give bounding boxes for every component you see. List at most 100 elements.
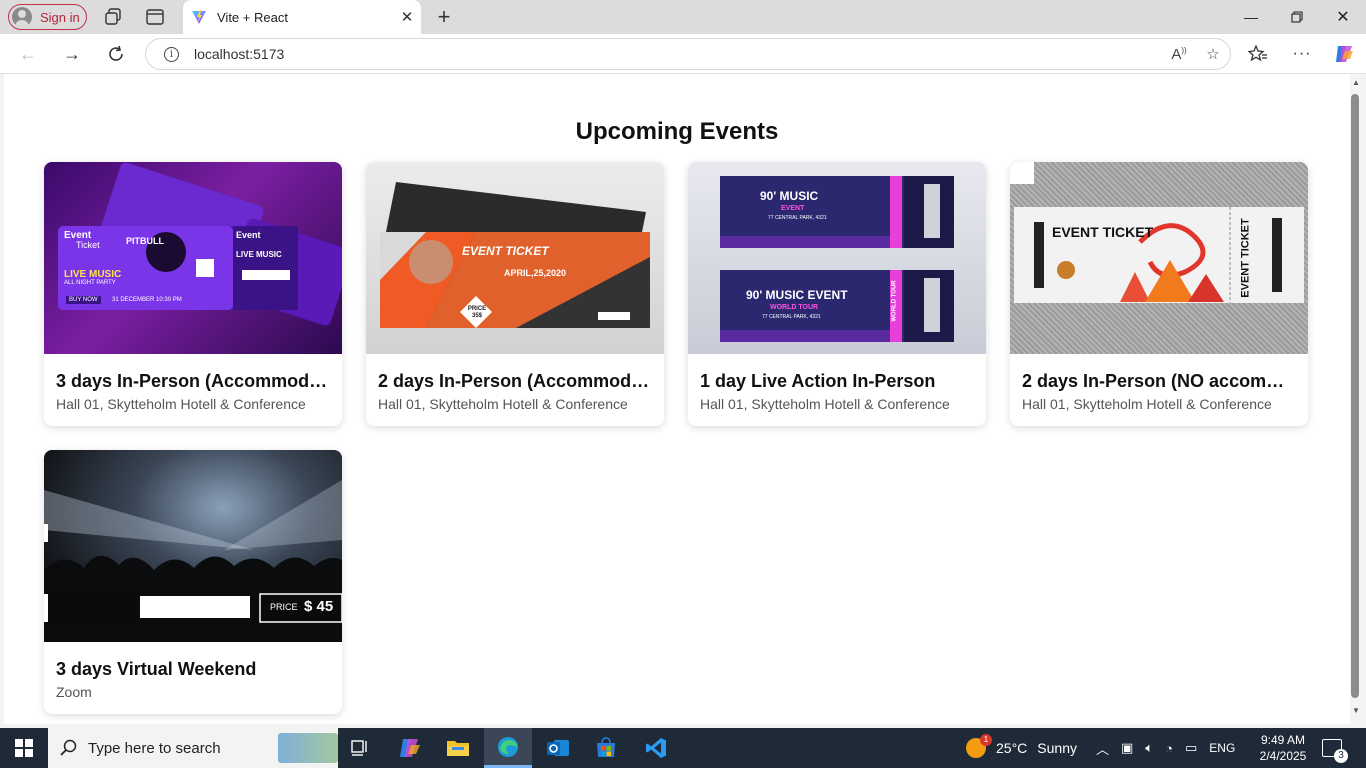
event-venue: Hall 01, Skytteholm Hotell & Conference (700, 396, 950, 412)
event-card[interactable]: EVENT TICKET EVENT TICKET 2 days In-Pers… (1010, 162, 1308, 426)
event-image-purple-ticket: Event Ticket PITBULL LIVE MUSIC ALL NIGH… (44, 162, 342, 354)
weather-sun-icon: 1 (966, 734, 992, 758)
windows-taskbar: Type here to search 1 25°C Sunny ︿ ▣ 🔈︎ … (0, 728, 1366, 768)
vite-logo-icon (192, 10, 206, 24)
close-window-icon[interactable]: ✕ (1320, 0, 1366, 34)
event-image-concert-crowd: PRICE $ 45 (44, 450, 342, 642)
ticket-stub-live-text: LIVE MUSIC (236, 250, 282, 259)
tab-title: Vite + React (217, 9, 288, 25)
page-scrollbar[interactable]: ▲ ▼ (1350, 74, 1362, 724)
weather-temp: 25°C (996, 740, 1028, 756)
back-icon[interactable]: ← (16, 42, 40, 66)
weather-text: Sunny (1037, 740, 1077, 756)
favorites-icon[interactable] (1246, 42, 1270, 66)
system-tray: ︿ ▣ 🔈︎ ◔ ▭ ENG (1096, 728, 1235, 768)
page-title: Upcoming Events (575, 118, 779, 145)
sign-in-label: Sign in (40, 9, 80, 25)
clock-time: 9:49 AM (1260, 733, 1306, 747)
ticket-title-text: EVENT TICKET (462, 244, 549, 258)
new-tab-icon[interactable]: + (432, 4, 456, 29)
battery-icon[interactable]: ▭ (1185, 740, 1197, 756)
notification-count: 3 (1334, 749, 1348, 763)
clock-date: 2/4/2025 (1259, 749, 1307, 763)
ticket-price-value: $ 45 (304, 598, 334, 615)
outlook-icon[interactable] (534, 728, 582, 768)
event-venue: Hall 01, Skytteholm Hotell & Conference (378, 396, 628, 412)
show-hidden-icons-icon[interactable]: ︿ (1096, 739, 1109, 758)
sign-in-button[interactable]: Sign in (8, 4, 87, 30)
refresh-icon[interactable] (104, 42, 128, 66)
tab-vite-react[interactable]: Vite + React ✕ (183, 0, 421, 34)
ticket-date-text: APRIL,25,2020 (504, 268, 567, 278)
minimize-icon[interactable]: — (1228, 0, 1274, 34)
ticket-addr-b-text: 77 CENTRAL PARK, 4321 (762, 314, 821, 320)
favorite-star-icon[interactable]: ☆ (1196, 45, 1230, 63)
ticket-sub-b-text: WORLD TOUR (770, 304, 819, 311)
taskbar-search-placeholder: Type here to search (88, 739, 221, 757)
scroll-down-icon[interactable]: ▼ (1350, 706, 1362, 720)
vertical-tabs-icon[interactable] (144, 7, 166, 27)
url-text[interactable]: localhost:5173 (194, 46, 1162, 62)
profile-avatar-icon (12, 7, 32, 27)
event-name[interactable]: 3 days In-Person (Accommodation included… (56, 371, 334, 392)
event-name[interactable]: 1 day Live Action In-Person (700, 371, 978, 392)
ticket-stub-event-text: Event (236, 230, 261, 240)
clock[interactable]: 9:49 AM 2/4/2025 (1254, 728, 1312, 768)
ticket-title-a-text: 90' MUSIC (760, 189, 819, 203)
ticket-ticket-text: Ticket (76, 240, 100, 250)
more-options-icon[interactable]: ··· (1290, 42, 1314, 66)
vscode-icon[interactable] (632, 728, 680, 768)
event-name[interactable]: 2 days In-Person (NO accommodation) (1022, 371, 1300, 392)
ticket-live-music-text: LIVE MUSIC (64, 269, 122, 280)
meet-now-icon[interactable]: ▣ (1121, 740, 1133, 756)
ticket-party-text: ALL NIGHT PARTY (64, 280, 116, 286)
page-viewport: Upcoming Events Event Ticket PITBULL LIV… (4, 74, 1350, 724)
microsoft-store-icon[interactable] (582, 728, 630, 768)
tab-bar: Sign in Vite + React ✕ + — ✕ (0, 0, 1366, 34)
event-venue: Hall 01, Skytteholm Hotell & Conference (56, 396, 306, 412)
close-tab-icon[interactable]: ✕ (393, 8, 421, 26)
event-image-orange-ticket: EVENT TICKET APRIL,25,2020 PRICE 35$ (366, 162, 664, 354)
edge-browser-icon[interactable] (484, 728, 532, 768)
language-indicator[interactable]: ENG (1209, 741, 1235, 755)
task-view-icon[interactable] (336, 728, 384, 768)
search-highlight-icon (278, 733, 338, 763)
event-card[interactable]: 90' MUSIC EVENT 77 CENTRAL PARK, 4321 90… (688, 162, 986, 426)
event-card[interactable]: PRICE $ 45 3 days Virtual Weekend Zoom (44, 450, 342, 714)
weather-badge: 1 (980, 734, 992, 746)
weather-widget[interactable]: 1 25°C Sunny (966, 728, 1077, 768)
event-name[interactable]: 2 days In-Person (Accommodation included… (378, 371, 656, 392)
copilot-taskbar-icon[interactable] (386, 728, 434, 768)
ticket-stub-text: EVENT TICKET (1239, 218, 1252, 298)
event-image-circus-ticket: EVENT TICKET EVENT TICKET (1010, 162, 1308, 354)
read-aloud-icon[interactable]: A)) (1162, 46, 1196, 63)
site-info-icon[interactable]: i (164, 46, 179, 62)
scroll-up-icon[interactable]: ▲ (1350, 78, 1362, 92)
event-image-90s-music-ticket: 90' MUSIC EVENT 77 CENTRAL PARK, 4321 90… (688, 162, 986, 354)
ticket-sub-a-text: EVENT (781, 205, 805, 212)
ticket-price-label: PRICE (270, 602, 298, 612)
ticket-title-text: EVENT TICKET (1052, 224, 1154, 240)
forward-icon[interactable]: → (60, 42, 84, 66)
scrollbar-thumb[interactable] (1351, 94, 1359, 698)
search-icon (60, 739, 77, 756)
ticket-date-text: 31 DECEMBER 10:30 PM (112, 297, 182, 303)
wifi-icon[interactable]: ◔ (1165, 741, 1173, 756)
workspaces-icon[interactable] (102, 7, 124, 27)
copilot-icon[interactable] (1332, 42, 1356, 66)
restore-icon[interactable] (1274, 0, 1320, 34)
ticket-price-text: PRICE 35$ (467, 306, 487, 319)
start-button[interactable] (0, 728, 48, 768)
address-bar-row: ← → i localhost:5173 A)) ☆ ··· (0, 34, 1366, 74)
event-venue: Zoom (56, 684, 92, 700)
volume-icon[interactable]: 🔈︎ (1145, 740, 1153, 756)
file-explorer-icon[interactable] (434, 728, 482, 768)
event-card[interactable]: Event Ticket PITBULL LIVE MUSIC ALL NIGH… (44, 162, 342, 426)
notification-center-button[interactable]: 3 (1322, 728, 1348, 768)
windows-logo-icon (15, 739, 33, 757)
event-name[interactable]: 3 days Virtual Weekend (56, 659, 334, 680)
url-bar[interactable]: i localhost:5173 A)) ☆ (145, 38, 1231, 70)
ticket-artist-text: PITBULL (126, 236, 164, 246)
taskbar-search-box[interactable]: Type here to search (48, 728, 338, 768)
event-card[interactable]: EVENT TICKET APRIL,25,2020 PRICE 35$ 2 d… (366, 162, 664, 426)
